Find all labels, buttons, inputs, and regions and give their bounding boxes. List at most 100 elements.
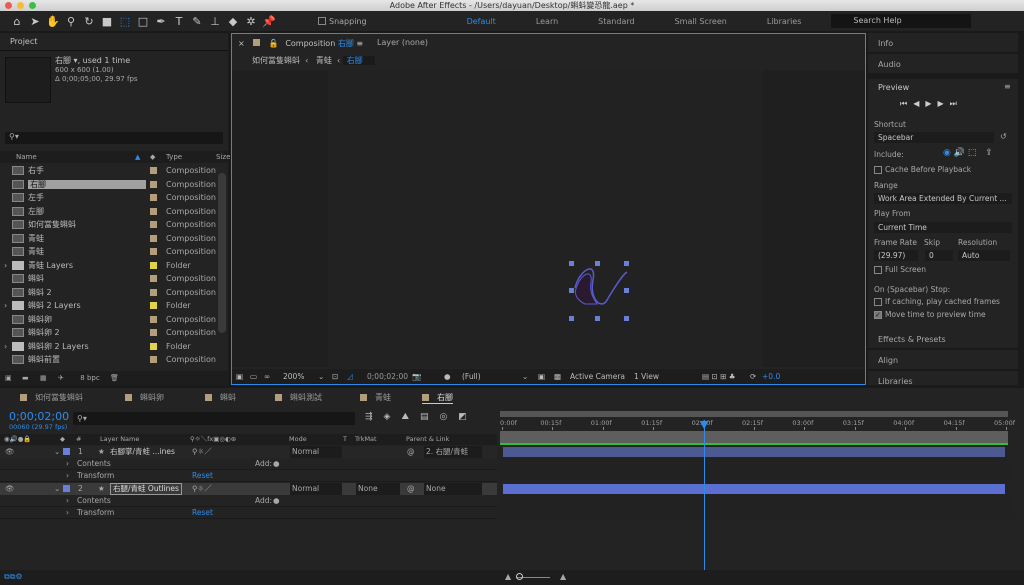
timeline-tab[interactable]: 青蛙	[360, 392, 391, 403]
shy-icon[interactable]: ⛰	[401, 412, 420, 422]
always-preview-icon[interactable]: ▣	[236, 369, 243, 384]
export-icon[interactable]: ⇪	[985, 148, 993, 158]
shape-layer-artwork[interactable]	[567, 260, 631, 322]
fast-previews-icon[interactable]: ▣	[538, 369, 545, 384]
render-queue-icon[interactable]: ✈	[58, 371, 64, 385]
layer-label-color[interactable]	[63, 484, 70, 492]
eraser-icon[interactable]: ◆	[224, 15, 242, 28]
roto-brush-icon[interactable]: ✲	[242, 15, 260, 28]
project-item[interactable]: 蝌蚪卵 Composition	[0, 313, 216, 327]
next-frame-icon[interactable]: ▶	[938, 99, 950, 108]
type-icon[interactable]: T	[170, 15, 188, 28]
expand-arrow-icon[interactable]: ›	[4, 259, 7, 273]
move-time-checkbox[interactable]: ✓ Move time to preview time	[874, 310, 986, 319]
column-type[interactable]: Type	[166, 151, 182, 163]
zoom-dropdown[interactable]: 200%	[283, 369, 304, 384]
project-item[interactable]: 蝌蚪卵 2 Composition	[0, 326, 216, 340]
label-swatch[interactable]	[150, 221, 157, 228]
close-tab-icon[interactable]: ×	[238, 39, 245, 48]
current-time-display[interactable]: 0;00;02;00	[367, 369, 408, 384]
motion-blur-icon[interactable]: ◎	[440, 412, 459, 422]
timeline-tab[interactable]: 右腳	[422, 392, 453, 404]
label-swatch[interactable]	[150, 207, 157, 215]
region-of-interest-icon[interactable]: ⊡	[332, 369, 338, 384]
project-item[interactable]: 青蛙 Composition	[0, 232, 216, 246]
project-item[interactable]: › 蝌蚪 2 Layers Folder	[0, 299, 216, 313]
expand-chevron-icon[interactable]: ⌄	[54, 446, 60, 458]
label-swatch[interactable]	[150, 167, 157, 174]
zoom-in-icon[interactable]: ▲	[560, 572, 566, 581]
project-item[interactable]: 青蛙 Composition	[0, 245, 216, 259]
mode-dropdown[interactable]: Normal	[290, 446, 342, 458]
home-icon[interactable]: ⌂	[8, 15, 26, 28]
toggle-transparency-icon[interactable]: ▩	[554, 369, 561, 384]
zoom-slider-handle[interactable]	[516, 573, 523, 580]
label-swatch[interactable]	[150, 315, 157, 323]
label-swatch[interactable]	[150, 261, 157, 269]
layer-property-contents[interactable]: › Contents Add: ●	[0, 458, 497, 470]
project-item[interactable]: 左腳 Composition	[0, 205, 216, 219]
project-scrollbar[interactable]	[218, 173, 226, 333]
zoom-icon[interactable]: ⚲	[62, 15, 80, 28]
reset-icon[interactable]: ↺	[1000, 132, 1007, 141]
label-swatch[interactable]	[150, 234, 157, 242]
timeline-tab[interactable]: 蝌蚪測試	[275, 392, 322, 403]
layer-duration-bar[interactable]	[503, 447, 1005, 457]
include-video-icon[interactable]: ◉	[943, 148, 951, 158]
layer-property-contents[interactable]: › Contents Add: ●	[0, 495, 497, 507]
align-header[interactable]: Align	[868, 350, 1018, 371]
breadcrumb-item[interactable]: 青蛙	[316, 56, 332, 65]
composition-name[interactable]: 右腳	[338, 39, 354, 48]
reset-link[interactable]: Reset	[192, 470, 213, 482]
reset-link[interactable]: Reset	[192, 507, 213, 519]
interpret-footage-icon[interactable]: ▣	[5, 371, 12, 385]
flowchart-icon[interactable]: ▤ ⊡ ⊞ ♣	[702, 369, 736, 384]
timeline-current-time[interactable]: 0;00;02;00	[9, 410, 69, 423]
parent-pickwhip-icon[interactable]: @	[407, 446, 415, 458]
timeline-search-input[interactable]: ⚲▾	[73, 412, 355, 425]
pan-behind-icon[interactable]: ⬚	[116, 15, 134, 28]
transparency-grid-icon[interactable]: ◿	[347, 369, 353, 384]
if-caching-checkbox[interactable]: If caching, play cached frames	[874, 297, 1000, 306]
label-swatch[interactable]	[150, 342, 157, 350]
workspace-learn[interactable]: Learn	[536, 17, 558, 26]
rotate-icon[interactable]: ↻	[80, 15, 98, 28]
label-swatch[interactable]	[150, 329, 157, 336]
puppet-pin-icon[interactable]: 📌	[260, 15, 278, 28]
label-swatch[interactable]	[150, 302, 157, 309]
range-dropdown[interactable]: Work Area Extended By Current ...	[874, 193, 1012, 204]
maximize-window-button[interactable]	[29, 2, 36, 9]
workspace-standard[interactable]: Standard	[598, 17, 634, 26]
layer-property-transform[interactable]: › Transform Reset	[0, 470, 497, 482]
previous-frame-icon[interactable]: ◀	[913, 99, 925, 108]
mask-visibility-icon[interactable]: ∞	[264, 369, 270, 384]
layer-switches[interactable]: ⚲☼／	[192, 446, 212, 458]
project-item[interactable]: › 青蛙 Layers Folder	[0, 259, 216, 273]
color-channels-icon[interactable]: ●	[444, 369, 451, 384]
column-name[interactable]: Name	[16, 151, 37, 163]
label-swatch[interactable]	[150, 180, 157, 188]
play-icon[interactable]: ▶	[925, 99, 937, 108]
layer-duration-bar[interactable]	[503, 483, 1005, 494]
project-item[interactable]: 如何當隻蝌蚪 Composition	[0, 218, 216, 232]
include-overlays-icon[interactable]: ⬚	[968, 148, 977, 158]
viewer-canvas[interactable]	[232, 70, 865, 367]
libraries-header[interactable]: Libraries	[868, 371, 1018, 387]
draft-3d-icon[interactable]: ◈	[384, 412, 402, 422]
info-panel-header[interactable]: Info	[868, 33, 1018, 54]
snapshot-icon[interactable]: 📷	[412, 369, 421, 384]
frame-blending-icon[interactable]: ▤	[420, 412, 440, 422]
add-menu-icon[interactable]: ●	[273, 458, 280, 470]
column-size[interactable]: Size	[216, 151, 230, 163]
layer-name[interactable]: 右腳掌/青蛙 ...ines	[110, 446, 175, 458]
resolution-dropdown[interactable]: (Full)	[462, 369, 481, 384]
layer-property-transform[interactable]: › Transform Reset	[0, 507, 497, 519]
layer-number[interactable]: 2	[78, 483, 83, 495]
layer-name[interactable]: 右腿/青蛙 Outlines	[110, 482, 182, 495]
trkmat-dropdown[interactable]: None	[356, 482, 400, 495]
column-layer-name[interactable]: Layer Name	[100, 434, 139, 445]
expand-arrow-icon[interactable]: ›	[4, 299, 7, 313]
new-folder-icon[interactable]: ▬	[22, 371, 29, 385]
project-item[interactable]: 蝌蚪 2 Composition	[0, 286, 216, 300]
parent-dropdown[interactable]: None	[424, 482, 482, 495]
